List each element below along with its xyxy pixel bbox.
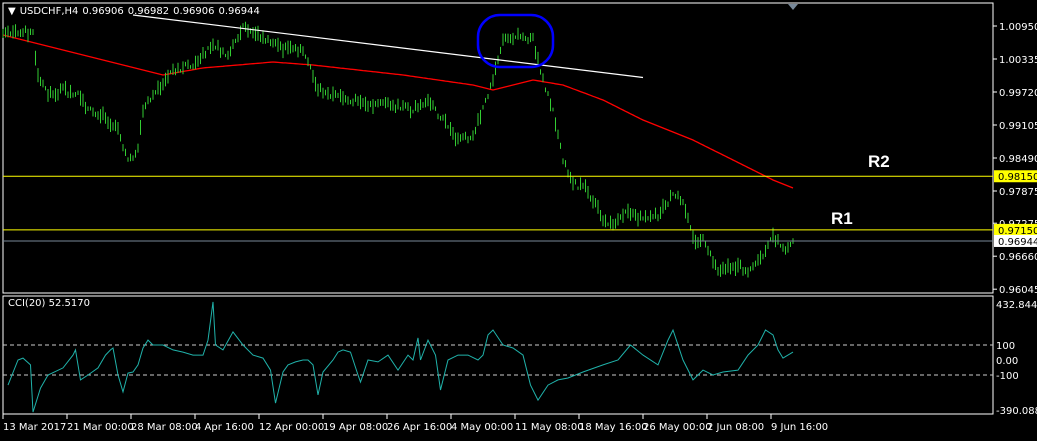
- price-axis-label: 0.97875: [999, 187, 1037, 198]
- time-axis-label: 26 Apr 16:00: [387, 422, 452, 433]
- moving-average-line: [2, 34, 794, 189]
- level-price-tag: 0.96944: [998, 237, 1037, 248]
- price-axis-label: 1.00335: [999, 55, 1037, 66]
- time-axis-label: 12 Apr 00:00: [259, 422, 324, 433]
- cci-header: CCI(20) 52.5170: [8, 298, 90, 309]
- chart-shift-marker-icon[interactable]: [788, 4, 798, 10]
- cci-axis-label: -100: [996, 371, 1019, 382]
- time-axis-label: 2 Jun 08:00: [707, 422, 764, 433]
- trendline[interactable]: [132, 14, 644, 79]
- high-price: 0.96982: [127, 6, 170, 17]
- time-axis: 13 Mar 2017 21 Mar 00:0028 Mar 08:004 Apr…: [2, 414, 828, 433]
- time-axis-label: 4 May 00:00: [451, 422, 513, 433]
- open-price: 0.96906: [82, 6, 124, 17]
- horizontal-levels: 0.981500.971500.96944: [3, 170, 1037, 248]
- time-axis-label: 26 May 00:00: [643, 422, 712, 433]
- time-axis-label: 4 Apr 16:00: [195, 422, 254, 433]
- time-axis-label: 18 May 16:00: [579, 422, 648, 433]
- cci-axis-label: 432.8441: [996, 300, 1037, 311]
- cci-value: 52.5170: [48, 298, 90, 309]
- cci-line: [7, 301, 794, 413]
- menu-triangle-icon[interactable]: ▼: [8, 6, 16, 17]
- cci-panel-border: [2, 295, 994, 415]
- price-axis-label: 0.98490: [999, 154, 1037, 165]
- cci-axis: 432.8441 100 0.00 -100 -390.0885: [996, 300, 1037, 417]
- price-axis-label: 0.96660: [999, 252, 1037, 263]
- price-axis-label: 0.99720: [999, 88, 1037, 99]
- price-panel-border: [2, 2, 994, 294]
- time-axis-label: 19 Apr 08:00: [323, 422, 388, 433]
- r2-label[interactable]: R2: [868, 152, 890, 172]
- price-bars: [2, 21, 794, 278]
- level-price-tag: 0.98150: [998, 172, 1037, 183]
- chart-canvas[interactable]: 1.00950 1.00335 0.99720 0.99105 0.98490 0.978…: [0, 0, 1037, 441]
- cci-axis-label: 0.00: [996, 356, 1018, 367]
- price-axis-label: 0.96045: [999, 285, 1037, 296]
- time-axis-label: 9 Jun 16:00: [771, 422, 828, 433]
- chart-header: ▼ USDCHF,H4 0.96906 0.96982 0.96906 0.96944: [8, 6, 264, 17]
- drawn-objects[interactable]: [132, 13, 644, 79]
- cci-axis-label: 100: [996, 341, 1015, 352]
- time-axis-label: 13 Mar 2017: [3, 422, 66, 433]
- price-axis-label: 0.99105: [999, 121, 1037, 132]
- price-axis: 1.00950 1.00335 0.99720 0.99105 0.98490 0.978…: [993, 22, 1037, 296]
- moving-average: [2, 34, 794, 189]
- time-axis-label: 11 May 08:00: [515, 422, 584, 433]
- cci-axis-label: -390.0885: [996, 406, 1037, 417]
- r1-label[interactable]: R1: [831, 209, 853, 229]
- cci-indicator: [3, 301, 993, 413]
- time-axis-label: 21 Mar 00:00: [67, 422, 134, 433]
- symbol-timeframe: USDCHF,H4: [19, 6, 79, 17]
- low-price: 0.96906: [173, 6, 215, 17]
- close-price: 0.96944: [218, 6, 260, 17]
- cci-name: CCI(20): [8, 298, 46, 309]
- time-axis-label: 28 Mar 08:00: [131, 422, 198, 433]
- price-axis-label: 1.00950: [999, 22, 1037, 33]
